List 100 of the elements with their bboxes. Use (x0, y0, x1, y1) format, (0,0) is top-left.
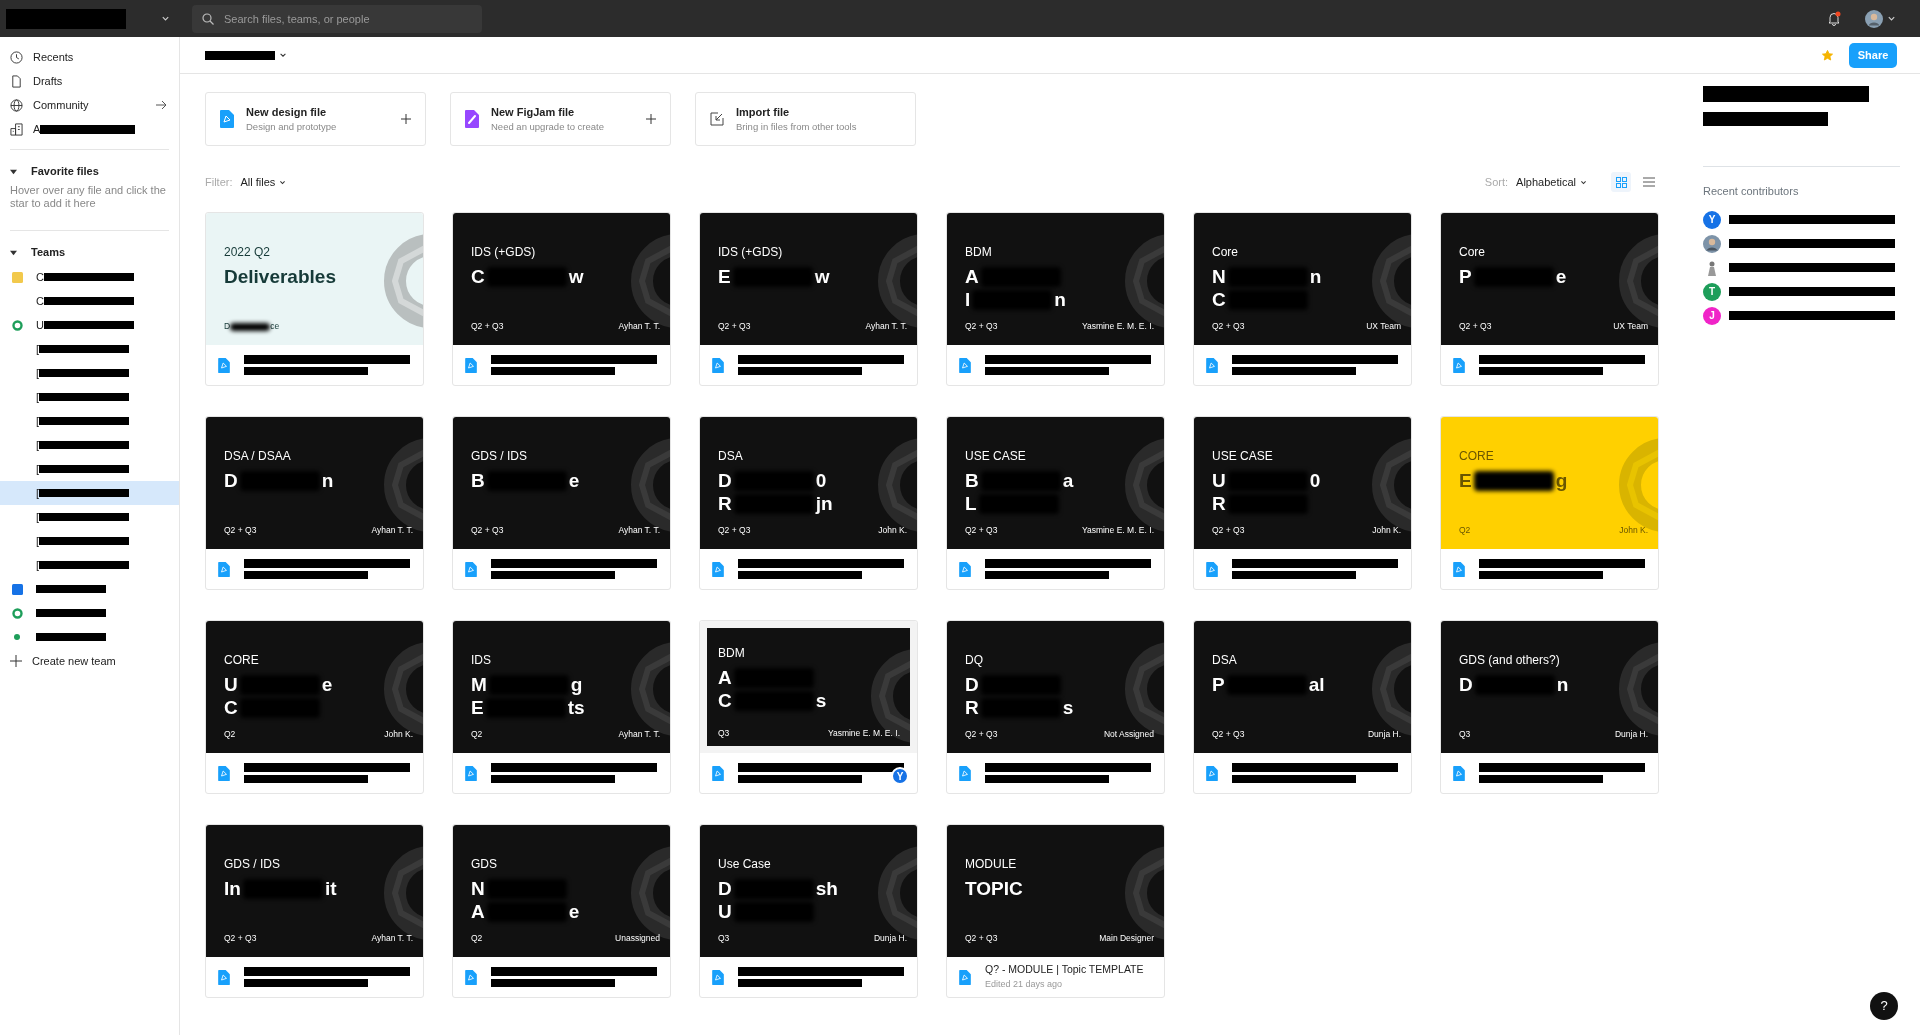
team-label: C (36, 269, 44, 285)
user-avatar[interactable] (1865, 9, 1883, 28)
card-subtitle: Bring in files from other tools (736, 120, 858, 135)
quarter-label: Q2 + Q3 (965, 932, 998, 945)
quarter-label: Q2 + Q3 (718, 524, 751, 537)
team-item[interactable]: C (0, 265, 179, 289)
team-item[interactable]: U (0, 313, 179, 337)
team-item[interactable]: [ (0, 433, 179, 457)
file-card[interactable]: USE CASE U 0 R Q2 + Q3 John K. (1193, 416, 1412, 590)
team-item[interactable]: [ (0, 457, 179, 481)
create-team-button[interactable]: Create new team (0, 649, 179, 673)
contributor-avatar: Y (1703, 210, 1721, 229)
file-card[interactable]: DSA D 0 R jn Q2 + Q3 John K. (699, 416, 918, 590)
bell-icon[interactable] (1827, 11, 1841, 26)
card-category: IDS (+GDS) (471, 244, 537, 261)
quarter-label: ce (270, 320, 280, 333)
card-title: e (321, 673, 333, 696)
team-item[interactable]: [ (0, 409, 179, 433)
file-card[interactable]: CORE U e C Q2 John K. (205, 620, 424, 794)
team-item[interactable]: [ (0, 505, 179, 529)
sidebar-item[interactable]: Community (0, 93, 179, 117)
file-card[interactable]: MODULE TOPIC Q2 + Q3 Main Designer Q? - MODULE | Topic TEMPLATE Edited 21 days ago (946, 824, 1165, 998)
new-file-card[interactable]: Import file Bring in files from other tools (695, 92, 916, 146)
card-category: GDS / IDS (471, 448, 528, 465)
search-field[interactable]: Search files, teams, or people (192, 4, 482, 33)
card-title: e (568, 900, 580, 923)
section-title: Teams (31, 244, 66, 260)
file-card[interactable]: GDS / IDS In it Q2 + Q3 Ayhan T. T. (205, 824, 424, 998)
design-file-icon (465, 561, 477, 577)
team-label: [ (36, 389, 40, 405)
filter-dropdown[interactable]: All files (240, 173, 287, 191)
file-card[interactable]: DSA P al Q2 + Q3 Dunja H. (1193, 620, 1412, 794)
team-label: [ (36, 365, 40, 381)
file-card[interactable]: BDM A C s Q3 Yasmine E. M. E. I. Y (699, 620, 918, 794)
owner-label: John K. (384, 728, 413, 741)
section-title: Recent contributors (1703, 184, 1800, 199)
file-card[interactable]: GDS N A e Q2 Unassigned (452, 824, 671, 998)
file-card[interactable]: 2022 Q2 Deliverables D ce (205, 212, 424, 386)
team-item[interactable]: [ (0, 337, 179, 361)
file-card[interactable]: Core P e Q2 + Q3 UX Team (1440, 212, 1659, 386)
team-label: [ (36, 341, 40, 357)
design-file-icon (218, 765, 230, 781)
design-file-icon (712, 561, 724, 577)
caret-icon[interactable] (1887, 14, 1896, 23)
file-card[interactable]: GDS / IDS B e Q2 + Q3 Ayhan T. T. (452, 416, 671, 590)
help-button[interactable]: ? (1870, 992, 1898, 1020)
sort-dropdown[interactable]: Alphabetical (1516, 173, 1587, 191)
team-item[interactable]: [ (0, 553, 179, 577)
sidebar-item[interactable]: Drafts (0, 69, 179, 93)
design-file-icon (1206, 561, 1218, 577)
triangle-icon[interactable] (10, 167, 17, 175)
sidebar-item[interactable]: A (0, 117, 179, 141)
file-card[interactable]: IDS M g E ts Q2 Ayhan T. T. (452, 620, 671, 794)
file-card[interactable]: GDS (and others?) D n Q3 Dunja H. (1440, 620, 1659, 794)
file-card[interactable]: DSA / DSAA D n Q2 + Q3 Ayhan T. T. (205, 416, 424, 590)
file-card[interactable]: Use Case D sh U Q3 Dunja H. (699, 824, 918, 998)
redaction-bar (36, 609, 106, 617)
triangle-icon[interactable] (10, 248, 17, 256)
team-label: U (36, 317, 44, 333)
caret-icon[interactable] (161, 14, 170, 23)
file-card[interactable]: IDS (+GDS) E w Q2 + Q3 Ayhan T. T. (699, 212, 918, 386)
file-card[interactable]: BDM A I n Q2 + Q3 Yasmine E. M. E. I. (946, 212, 1165, 386)
team-item[interactable]: [ (0, 481, 179, 505)
file-card[interactable]: CORE E g Q2 John K. (1440, 416, 1659, 590)
card-category: DSA / DSAA (224, 448, 292, 465)
team-item[interactable]: [ (0, 385, 179, 409)
card-title: A (471, 900, 485, 923)
card-title: U (718, 900, 732, 923)
card-title: U (224, 673, 238, 696)
star-icon[interactable] (1822, 49, 1833, 61)
team-item[interactable]: [ (0, 529, 179, 553)
team-item[interactable]: C (0, 289, 179, 313)
owner-label: Ayhan T. T. (865, 320, 907, 333)
grid-view-button[interactable] (1611, 172, 1631, 192)
create-team-label: Create new team (32, 653, 116, 669)
design-file-icon (218, 357, 230, 373)
filter-label: Filter: (205, 174, 233, 190)
card-category: USE CASE (1212, 448, 1274, 465)
file-card[interactable]: DQ D R s Q2 + Q3 Not Assigned (946, 620, 1165, 794)
sidebar-item[interactable]: Recents (0, 45, 179, 69)
file-card[interactable]: IDS (+GDS) C w Q2 + Q3 Ayhan T. T. (452, 212, 671, 386)
team-item[interactable]: [ (0, 361, 179, 385)
owner-label: Yasmine E. M. E. I. (1081, 524, 1154, 537)
design-file-icon (218, 561, 230, 577)
quarter-label: Q3 (718, 932, 730, 945)
new-file-card[interactable]: New FigJam file Need an upgrade to create (450, 92, 671, 146)
quarter-label: Q2 + Q3 (965, 524, 998, 537)
new-file-card[interactable]: New design file Design and prototype (205, 92, 426, 146)
file-card[interactable]: Core N n C Q2 + Q3 UX Team (1193, 212, 1412, 386)
quarter-label: Q2 + Q3 (1212, 524, 1245, 537)
card-title: al (1308, 673, 1325, 696)
quarter-label: Q3 (1459, 728, 1471, 741)
card-title: R (965, 696, 979, 719)
file-card[interactable]: USE CASE B a L Q2 + Q3 Yasmine E. M. E. I. (946, 416, 1165, 590)
quarter-label: Q2 + Q3 (1459, 320, 1492, 333)
card-category: BDM (965, 244, 993, 261)
design-file-icon (1206, 765, 1218, 781)
redaction-bar (205, 50, 275, 60)
design-file-icon (1453, 357, 1465, 373)
caret-icon[interactable] (279, 51, 287, 59)
